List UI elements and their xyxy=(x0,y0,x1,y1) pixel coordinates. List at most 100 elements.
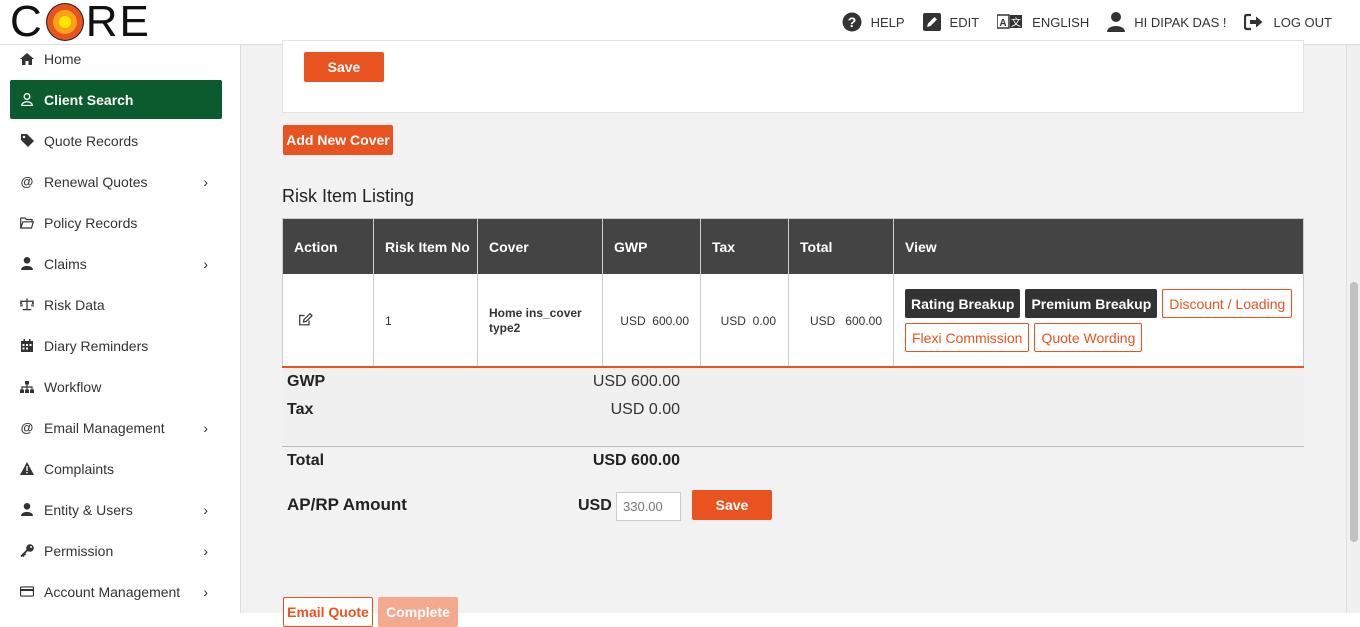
sidebar-item-label: Entity & Users xyxy=(44,501,133,518)
language-link[interactable]: A文 ENGLISH xyxy=(997,14,1089,30)
sidebar-item-permission[interactable]: Permission › xyxy=(10,531,222,570)
premium-breakup-button[interactable]: Premium Breakup xyxy=(1025,289,1158,318)
svg-text:?: ? xyxy=(847,14,856,30)
logo-text-c: C xyxy=(10,0,44,46)
tax-cell: USD 0.00 xyxy=(701,274,789,367)
chevron-right-icon: › xyxy=(203,174,208,190)
aprp-amount-input[interactable]: 330.00 xyxy=(616,492,681,521)
sidebar-item-quote-records[interactable]: Quote Records xyxy=(10,121,222,160)
sidebar-item-label: Workflow xyxy=(44,378,102,395)
edit-icon xyxy=(922,13,941,31)
column-header-view: View xyxy=(905,238,937,255)
column-header-tax: Tax xyxy=(701,219,789,274)
logo-target-icon xyxy=(45,3,84,41)
folder-icon xyxy=(20,216,34,229)
help-link[interactable]: ? HELP xyxy=(842,12,905,32)
sidebar-item-claims[interactable]: Claims › xyxy=(10,244,222,283)
sidebar-item-label: Claims xyxy=(44,255,87,272)
cover-cell: Home ins_cover type2 xyxy=(478,274,603,367)
column-header-total: Total xyxy=(789,219,894,274)
chevron-right-icon: › xyxy=(203,256,208,272)
tag-icon xyxy=(20,134,34,147)
column-header-gwp: GWP xyxy=(603,219,701,274)
edit-label: EDIT xyxy=(949,14,980,30)
action-cell xyxy=(283,274,374,367)
person-icon xyxy=(20,257,34,270)
sidebar-item-diary-reminders[interactable]: Diary Reminders xyxy=(10,326,222,365)
vertical-scrollbar[interactable] xyxy=(1346,45,1360,613)
sidebar-item-label: Risk Data xyxy=(44,296,105,313)
help-label: HELP xyxy=(870,14,905,30)
total-summary-row: Total USD 600.00 xyxy=(282,446,1304,486)
core-logo[interactable]: C RE xyxy=(10,0,151,46)
main-content: Save Add New Cover Risk Item Listing Act… xyxy=(241,40,1346,627)
gwp-cell: USD 600.00 xyxy=(603,274,701,367)
help-icon: ? xyxy=(842,12,862,32)
sidebar-item-label: Renewal Quotes xyxy=(44,173,148,190)
logout-link[interactable]: LOG OUT xyxy=(1244,13,1332,31)
sidebar-item-complaints[interactable]: Complaints xyxy=(10,449,222,488)
sidebar-item-label: Email Management xyxy=(44,419,165,436)
user-greeting: HI DIPAK DAS ! xyxy=(1134,14,1227,30)
svg-text:文: 文 xyxy=(1011,16,1021,29)
risk-item-table: Action Risk Item No Cover GWP Tax Total … xyxy=(282,218,1304,368)
aprp-save-button[interactable]: Save xyxy=(692,490,772,520)
sidebar-item-label: Account Management xyxy=(44,583,181,600)
sidebar-item-renewal-quotes[interactable]: @ Renewal Quotes › xyxy=(10,162,222,201)
aprp-currency-label: USD xyxy=(578,497,612,514)
section-title: Risk Item Listing xyxy=(282,186,415,206)
sidebar-item-policy-records[interactable]: Policy Records xyxy=(10,203,222,242)
sidebar-item-home[interactable]: Home xyxy=(10,45,222,78)
edit-link[interactable]: EDIT xyxy=(922,13,980,31)
column-header-risk-item-no: Risk Item No xyxy=(374,219,478,274)
panel-save-button[interactable]: Save xyxy=(304,52,384,82)
complete-button[interactable]: Complete xyxy=(378,597,458,627)
key-icon xyxy=(20,544,34,557)
scrollbar-thumb[interactable] xyxy=(1350,282,1358,542)
total-summary-value: USD 600.00 xyxy=(592,452,680,469)
rating-breakup-button[interactable]: Rating Breakup xyxy=(905,289,1021,318)
sidebar-item-workflow[interactable]: Workflow xyxy=(10,367,222,406)
gwp-summary-value: USD 600.00 xyxy=(592,373,680,390)
sidebar-item-label: Quote Records xyxy=(44,132,139,149)
sidebar-item-account-management[interactable]: Account Management › xyxy=(10,572,222,611)
discount-loading-button[interactable]: Discount / Loading xyxy=(1162,289,1293,318)
language-label: ENGLISH xyxy=(1032,14,1090,30)
premium-summary: GWP USD 600.00 Tax USD 0.00 xyxy=(282,366,1304,446)
warning-icon xyxy=(20,462,34,475)
chevron-right-icon: › xyxy=(203,502,208,518)
svg-text:A: A xyxy=(1000,18,1007,29)
aprp-amount-label: AP/RP Amount xyxy=(287,495,407,514)
flexi-commission-button[interactable]: Flexi Commission xyxy=(905,323,1030,352)
sidebar: Home Client Search Quote Records @ Renew… xyxy=(0,45,241,613)
table-header: Action Risk Item No Cover GWP Tax Total … xyxy=(283,219,1303,274)
sidebar-item-label: Permission xyxy=(44,542,114,559)
quote-wording-button[interactable]: Quote Wording xyxy=(1034,323,1143,352)
total-summary-label: Total xyxy=(287,452,325,469)
sidebar-item-label: Diary Reminders xyxy=(44,337,149,354)
risk-item-no-cell: 1 xyxy=(374,274,478,367)
view-cell: Rating Breakup Premium Breakup Discount … xyxy=(894,274,1303,367)
user-icon xyxy=(20,93,34,106)
total-cell: USD 600.00 xyxy=(789,274,894,367)
sidebar-item-email-management[interactable]: @ Email Management › xyxy=(10,408,222,447)
email-quote-button[interactable]: Email Quote xyxy=(283,597,373,627)
edit-icon[interactable] xyxy=(299,312,313,329)
sidebar-item-entity-users[interactable]: Entity & Users › xyxy=(10,490,222,529)
sidebar-item-risk-data[interactable]: Risk Data xyxy=(10,285,222,324)
calendar-icon xyxy=(20,339,34,352)
at-icon: @ xyxy=(20,420,34,435)
gwp-summary-label: GWP xyxy=(287,373,326,390)
column-header-action: Action xyxy=(283,219,374,274)
person-icon xyxy=(20,503,34,516)
sidebar-item-client-search[interactable]: Client Search xyxy=(10,80,222,119)
sidebar-item-label: Complaints xyxy=(44,460,115,477)
user-menu[interactable]: HI DIPAK DAS ! xyxy=(1107,12,1226,32)
chevron-right-icon: › xyxy=(203,584,208,600)
top-bar: C RE ? HELP EDIT A文 ENGLISH HI DIPAK DAS… xyxy=(0,0,1360,45)
tax-summary-label: Tax xyxy=(287,401,314,418)
sidebar-item-label: Client Search xyxy=(44,91,134,108)
chevron-right-icon: › xyxy=(203,543,208,559)
add-new-cover-button[interactable]: Add New Cover xyxy=(283,125,393,155)
logo-text-re: RE xyxy=(85,0,151,46)
